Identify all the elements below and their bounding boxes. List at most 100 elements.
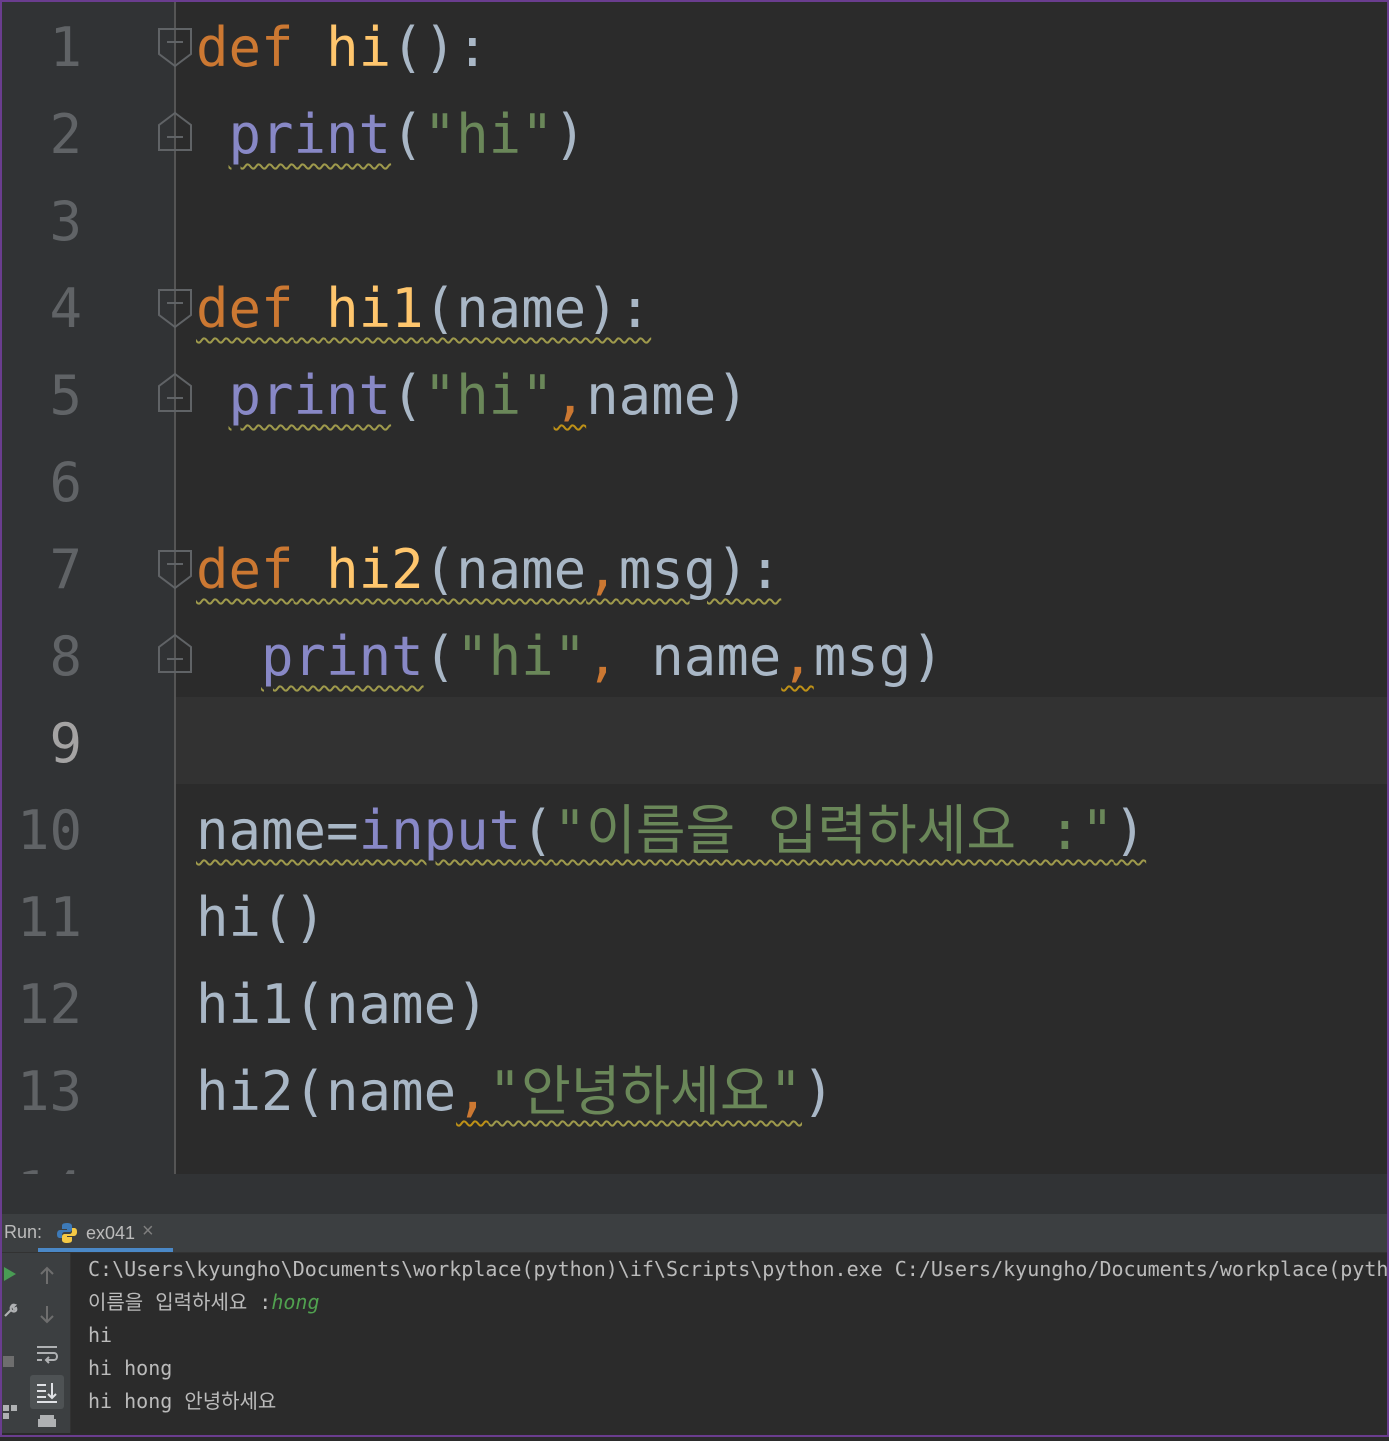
- code-token: hi1: [326, 277, 424, 340]
- wrench-icon[interactable]: [2, 1301, 18, 1319]
- code-line[interactable]: def hi1(name):: [196, 265, 651, 352]
- stop-icon[interactable]: [2, 1353, 18, 1371]
- python-file-icon: [57, 1223, 77, 1243]
- console-line: 이름을 입력하세요 :hong: [88, 1286, 320, 1319]
- code-token: input: [358, 799, 522, 862]
- code-token: msg): [813, 625, 944, 688]
- line-number: 7: [49, 538, 82, 601]
- code-token: "hi": [456, 625, 587, 688]
- code-token: msg):: [618, 538, 782, 601]
- fold-open-icon[interactable]: [158, 28, 192, 68]
- code-line[interactable]: def hi():: [196, 4, 489, 91]
- code-token: ): [802, 1060, 835, 1123]
- console-user-input: hong: [271, 1290, 320, 1314]
- arrow-up-icon[interactable]: [34, 1263, 60, 1289]
- console-line: hi hong: [88, 1352, 172, 1385]
- code-token: (name: [423, 538, 587, 601]
- line-number: 8: [49, 625, 82, 688]
- line-number: 9: [49, 712, 82, 775]
- layout-icon[interactable]: [2, 1403, 18, 1421]
- code-token: (: [391, 364, 424, 427]
- code-token: hi(): [196, 886, 327, 949]
- fold-close-icon[interactable]: [158, 111, 192, 151]
- console-text: 이름을 입력하세요 :: [88, 1290, 272, 1314]
- run-label: Run:: [4, 1222, 43, 1242]
- code-token: (: [521, 799, 554, 862]
- console-toolbar: [24, 1253, 71, 1433]
- scroll-to-end-icon: [37, 1383, 57, 1403]
- fold-open-icon[interactable]: [158, 289, 192, 329]
- code-line[interactable]: hi1(name): [196, 961, 489, 1048]
- console-line: hi: [88, 1319, 112, 1352]
- code-line[interactable]: print("hi",name): [196, 352, 749, 439]
- line-number-partial: 14: [2, 1148, 82, 1174]
- code-line[interactable]: hi2(name,"안녕하세요"): [196, 1048, 835, 1135]
- code-token: print: [261, 625, 424, 688]
- code-token: (: [391, 103, 424, 166]
- code-token: ): [1113, 799, 1147, 862]
- console-output[interactable]: C:\Users\kyungho\Documents\workplace(pyt…: [88, 1253, 1387, 1433]
- code-token: name: [651, 625, 782, 688]
- editor-panel-separator[interactable]: [2, 1174, 1387, 1214]
- console-line: hi hong 안녕하세요: [88, 1385, 276, 1418]
- fold-open-icon[interactable]: [158, 550, 192, 590]
- fold-close-icon[interactable]: [158, 633, 192, 673]
- code-token: ,: [781, 625, 814, 688]
- code-line[interactable]: hi(): [196, 874, 326, 961]
- close-icon[interactable]: ×: [142, 1220, 154, 1243]
- code-token: print: [228, 103, 392, 166]
- code-token: hi2(name: [196, 1060, 457, 1123]
- code-token: ():: [391, 16, 489, 79]
- line-number: 3: [49, 190, 82, 253]
- line-number: 2: [49, 103, 82, 166]
- code-token: "hi": [423, 103, 554, 166]
- line-number: 12: [16, 973, 82, 1036]
- line-number: 1: [49, 16, 82, 79]
- run-panel-header: Run: ex041 ×: [2, 1214, 1387, 1253]
- line-number: 13: [16, 1060, 82, 1123]
- code-token: def: [196, 538, 294, 601]
- code-token: hi1(name): [196, 973, 489, 1036]
- code-line[interactable]: name=input("이름을 입력하세요 :"): [196, 787, 1146, 874]
- console-text: hi: [88, 1323, 113, 1347]
- current-line-highlight: [176, 697, 1387, 784]
- line-number: 5: [49, 364, 82, 427]
- code-token: (name):: [423, 277, 652, 340]
- line-number: 11: [16, 886, 82, 949]
- line-number: 6: [49, 451, 82, 514]
- run-side-toolbar: [2, 1253, 25, 1433]
- code-token: def: [196, 277, 294, 340]
- code-token: (: [423, 625, 457, 688]
- code-token: "안녕하세요": [488, 1060, 803, 1123]
- arrow-down-icon[interactable]: [34, 1301, 60, 1327]
- code-line[interactable]: print("hi", name,msg): [196, 613, 944, 700]
- code-token: ,: [456, 1060, 489, 1123]
- code-token: ,: [586, 538, 619, 601]
- code-token: "hi": [423, 364, 554, 427]
- code-line[interactable]: print("hi"): [196, 91, 587, 178]
- fold-close-icon[interactable]: [158, 372, 192, 412]
- code-token: ): [553, 103, 587, 166]
- code-token: def: [196, 16, 294, 79]
- console-line: C:\Users\kyungho\Documents\workplace(pyt…: [88, 1253, 1387, 1286]
- soft-wrap-icon[interactable]: [34, 1341, 60, 1367]
- code-editor[interactable]: 1 def hi(): 2 print("hi") 3 4 def hi1(name): 5…: [2, 2, 1387, 1174]
- line-number: 10: [16, 799, 82, 862]
- code-token: print: [228, 364, 392, 427]
- run-icon[interactable]: [2, 1265, 18, 1283]
- code-token: hi2: [326, 538, 424, 601]
- line-number: 4: [49, 277, 82, 340]
- print-icon[interactable]: [34, 1415, 60, 1441]
- code-line[interactable]: def hi2(name,msg):: [196, 526, 781, 613]
- scroll-to-end-toggle[interactable]: [30, 1375, 64, 1409]
- run-tab-ex041[interactable]: ex041 ×: [38, 1214, 173, 1252]
- run-panel-body: C:\Users\kyungho\Documents\workplace(pyt…: [2, 1253, 1387, 1433]
- console-text: hi hong 안녕하세요: [88, 1389, 277, 1413]
- console-text: C:\Users\kyungho\Documents\workplace(pyt…: [88, 1257, 1387, 1281]
